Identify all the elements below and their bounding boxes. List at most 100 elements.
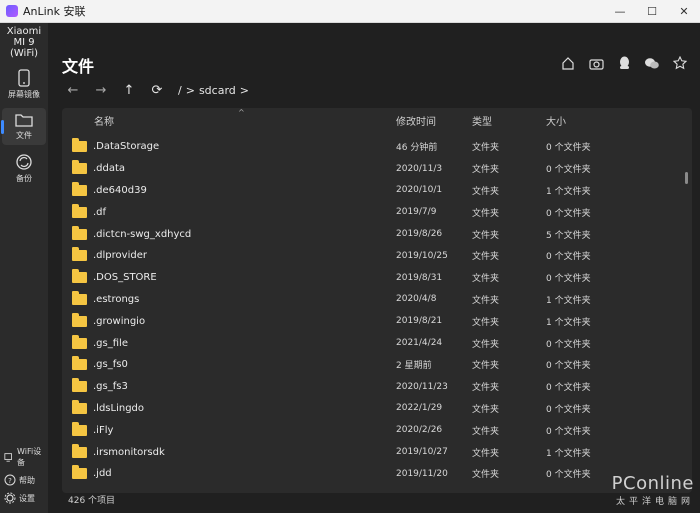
breadcrumb-separator: > bbox=[185, 83, 195, 97]
file-name-cell: .iFly bbox=[62, 421, 396, 436]
scrollbar[interactable] bbox=[685, 172, 688, 184]
file-size: 0 个文件夹 bbox=[546, 252, 591, 263]
forward-button[interactable]: → bbox=[90, 79, 112, 101]
sidebar-item-label: 屏幕镜像 bbox=[8, 90, 40, 99]
folder-icon bbox=[72, 399, 87, 414]
modified-date: 2022/1/29 bbox=[396, 403, 443, 414]
file-name-cell: .df bbox=[62, 203, 396, 218]
file-type: 文件夹 bbox=[472, 383, 500, 394]
folder-icon bbox=[72, 421, 87, 436]
modified-date: 2019/10/27 bbox=[396, 447, 448, 458]
sidebar-item-wifi-devices[interactable]: WiFi设备 bbox=[0, 443, 48, 471]
file-size: 1 个文件夹 bbox=[546, 448, 591, 459]
camera-button[interactable] bbox=[586, 53, 606, 73]
file-name: .estrongs bbox=[93, 293, 140, 305]
file-name: .jdd bbox=[93, 468, 112, 480]
modified-date: 2019/8/26 bbox=[396, 229, 443, 240]
folder-icon bbox=[72, 160, 87, 175]
item-count: 426 个项目 bbox=[68, 496, 116, 506]
gear-icon bbox=[4, 492, 16, 504]
table-row[interactable]: .iFly 2020/2/26 文件夹 0 个文件夹 bbox=[62, 419, 692, 441]
table-row[interactable]: .irsmonitorsdk 2019/10/27 文件夹 1 个文件夹 bbox=[62, 441, 692, 463]
file-size: 0 个文件夹 bbox=[546, 361, 591, 372]
column-header-type[interactable]: 类型 bbox=[472, 113, 546, 128]
table-row[interactable]: .gs_file 2021/4/24 文件夹 0 个文件夹 bbox=[62, 332, 692, 354]
table-row[interactable]: .dictcn-swg_xdhycd 2019/8/26 文件夹 5 个文件夹 bbox=[62, 223, 692, 245]
table-row[interactable]: .DataStorage 46 分钟前 文件夹 0 个文件夹 bbox=[62, 136, 692, 158]
table-row[interactable]: .growingio 2019/8/21 文件夹 1 个文件夹 bbox=[62, 310, 692, 332]
file-size: 0 个文件夹 bbox=[546, 165, 591, 176]
breadcrumb-root[interactable]: / bbox=[178, 84, 182, 97]
modified-date: 2019/8/21 bbox=[396, 316, 443, 327]
column-header-date[interactable]: 修改时间 bbox=[396, 113, 472, 128]
wifi-icon bbox=[4, 453, 12, 462]
refresh-button[interactable]: ⟳ bbox=[146, 79, 168, 101]
column-header-name[interactable]: 名称 bbox=[62, 113, 396, 128]
file-size: 0 个文件夹 bbox=[546, 339, 591, 350]
column-header-size[interactable]: 大小 bbox=[546, 113, 666, 128]
sort-ascending-icon: ^ bbox=[238, 108, 245, 117]
modified-date: 46 分钟前 bbox=[396, 143, 438, 154]
folder-icon bbox=[72, 181, 87, 196]
file-name: .DataStorage bbox=[93, 141, 160, 153]
file-type: 文件夹 bbox=[472, 448, 500, 459]
breadcrumb-trail[interactable]: > bbox=[240, 84, 249, 97]
file-type: 文件夹 bbox=[472, 295, 500, 306]
table-row[interactable]: .dlprovider 2019/10/25 文件夹 0 个文件夹 bbox=[62, 245, 692, 267]
modified-date: 2019/10/25 bbox=[396, 250, 448, 261]
table-row[interactable]: .estrongs 2020/4/8 文件夹 1 个文件夹 bbox=[62, 289, 692, 311]
qq-button[interactable] bbox=[614, 53, 634, 73]
file-name: .gs_fs0 bbox=[93, 359, 128, 371]
file-name-cell: .growingio bbox=[62, 312, 396, 327]
table-row[interactable]: .df 2019/7/9 文件夹 0 个文件夹 bbox=[62, 201, 692, 223]
file-type: 文件夹 bbox=[472, 470, 500, 481]
file-type: 文件夹 bbox=[472, 339, 500, 350]
navigation-bar: ← → ↑ ⟳ / > sdcard > bbox=[62, 79, 249, 101]
window-controls: — ☐ ✕ bbox=[604, 0, 700, 22]
file-name: .dlprovider bbox=[93, 250, 147, 262]
file-size: 1 个文件夹 bbox=[546, 186, 591, 197]
table-body: .DataStorage 46 分钟前 文件夹 0 个文件夹 .ddata 2020/11… bbox=[62, 136, 692, 485]
main-panel: 文件 ← → ↑ ⟳ / > sdcard > ^ 名称 修改时间 类型 大小 … bbox=[48, 23, 700, 513]
table-row[interactable]: .jdd 2019/11/20 文件夹 0 个文件夹 bbox=[62, 463, 692, 485]
home-button[interactable] bbox=[558, 53, 578, 73]
file-name-cell: .ddata bbox=[62, 160, 396, 175]
favorite-button[interactable] bbox=[670, 53, 690, 73]
sidebar-item-label: 文件 bbox=[16, 131, 32, 140]
table-row[interactable]: .gs_fs0 2 星期前 文件夹 0 个文件夹 bbox=[62, 354, 692, 376]
folder-icon bbox=[72, 269, 87, 284]
table-row[interactable]: .gs_fs3 2020/11/23 文件夹 0 个文件夹 bbox=[62, 376, 692, 398]
file-name: .df bbox=[93, 206, 107, 218]
modified-date: 2 星期前 bbox=[396, 361, 432, 372]
folder-icon bbox=[72, 247, 87, 262]
qq-icon bbox=[619, 56, 629, 69]
up-button[interactable]: ↑ bbox=[118, 79, 140, 101]
wechat-icon bbox=[645, 57, 659, 68]
sidebar: Xiaomi MI 9 (WiFi) 屏幕镜像 文件 备份 WiFi设备 ? 帮… bbox=[0, 23, 48, 513]
minimize-button[interactable]: — bbox=[604, 0, 636, 22]
file-name: .growingio bbox=[93, 315, 146, 327]
maximize-button[interactable]: ☐ bbox=[636, 0, 668, 22]
home-icon bbox=[562, 57, 574, 70]
file-name-cell: .DataStorage bbox=[62, 138, 396, 153]
sidebar-item-screen-mirror[interactable]: 屏幕镜像 bbox=[2, 65, 46, 104]
table-row[interactable]: .DOS_STORE 2019/8/31 文件夹 0 个文件夹 bbox=[62, 267, 692, 289]
table-row[interactable]: .de640d39 2020/10/1 文件夹 1 个文件夹 bbox=[62, 180, 692, 202]
modified-date: 2020/2/26 bbox=[396, 425, 443, 436]
svg-text:?: ? bbox=[8, 477, 12, 485]
watermark-sub: 太平洋电脑网 bbox=[615, 497, 694, 507]
wechat-button[interactable] bbox=[642, 53, 662, 73]
sidebar-item-files[interactable]: 文件 bbox=[1, 108, 46, 145]
sidebar-item-settings[interactable]: 设置 bbox=[0, 489, 48, 507]
breadcrumb-sdcard[interactable]: sdcard bbox=[199, 84, 236, 97]
table-row[interactable]: .ddata 2020/11/3 文件夹 0 个文件夹 bbox=[62, 158, 692, 180]
close-button[interactable]: ✕ bbox=[668, 0, 700, 22]
back-button[interactable]: ← bbox=[62, 79, 84, 101]
file-size: 0 个文件夹 bbox=[546, 426, 591, 437]
arrow-up-icon: ↑ bbox=[123, 82, 135, 98]
table-row[interactable]: .ldsLingdo 2022/1/29 文件夹 0 个文件夹 bbox=[62, 398, 692, 420]
sidebar-item-help[interactable]: ? 帮助 bbox=[0, 471, 48, 489]
sidebar-item-backup[interactable]: 备份 bbox=[2, 149, 46, 188]
file-size: 0 个文件夹 bbox=[546, 383, 591, 394]
camera-icon bbox=[588, 58, 604, 70]
